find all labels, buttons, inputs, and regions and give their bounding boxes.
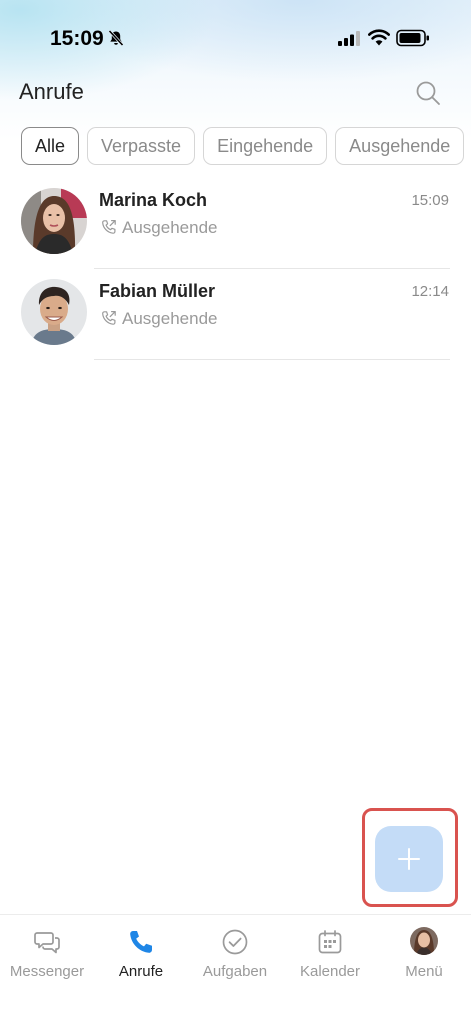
tab-label: Messenger xyxy=(9,963,85,980)
call-type: Ausgehende xyxy=(101,309,217,329)
call-time: 12:14 xyxy=(411,283,449,300)
tab-label: Anrufe xyxy=(118,963,164,980)
tab-messenger[interactable]: Messenger xyxy=(0,915,94,995)
filter-chip-missed[interactable]: Verpasste xyxy=(87,127,196,165)
divider xyxy=(94,359,450,360)
avatar xyxy=(21,279,87,345)
call-time: 15:09 xyxy=(411,192,449,209)
avatar xyxy=(21,188,87,254)
status-bar: 15:09 xyxy=(0,0,471,76)
contact-name: Fabian Müller xyxy=(99,281,216,301)
search-icon[interactable] xyxy=(415,80,441,106)
check-circle-icon xyxy=(222,929,248,955)
cellular-signal-icon xyxy=(338,31,360,46)
tab-calls[interactable]: Anrufe xyxy=(94,915,188,995)
new-call-button[interactable] xyxy=(375,826,443,892)
phone-icon xyxy=(130,931,152,953)
wifi-icon xyxy=(368,29,390,46)
outgoing-call-icon xyxy=(102,220,116,234)
call-type: Ausgehende xyxy=(101,218,217,238)
chat-bubbles-icon xyxy=(34,932,60,954)
battery-icon xyxy=(396,29,429,47)
contact-name: Marina Koch xyxy=(99,190,208,210)
bell-muted-icon xyxy=(108,29,124,47)
header: Anrufe xyxy=(0,76,471,116)
filter-chip-all[interactable]: Alle xyxy=(21,127,80,165)
outgoing-call-icon xyxy=(102,311,116,325)
tab-menu[interactable]: Menü xyxy=(377,915,471,995)
filter-chip-incoming[interactable]: Eingehende xyxy=(203,127,328,165)
tab-tasks[interactable]: Aufgaben xyxy=(188,915,282,995)
tab-label: Menü xyxy=(405,963,443,980)
calendar-icon xyxy=(318,930,342,954)
call-type-label: Ausgehende xyxy=(122,218,218,237)
tab-calendar[interactable]: Kalender xyxy=(283,915,377,995)
status-time: 15:09 xyxy=(50,27,104,50)
filter-chips: Alle Verpasste Eingehende Ausgehende xyxy=(21,127,471,167)
call-list-item[interactable]: Marina Koch 15:09 Ausgehende xyxy=(0,178,471,269)
tab-bar: Messenger Anrufe Aufgaben Kalender Menü xyxy=(0,914,471,1025)
call-type-label: Ausgehende xyxy=(122,309,218,328)
tab-label: Kalender xyxy=(299,963,361,980)
page-title: Anrufe xyxy=(19,79,84,104)
call-list: Marina Koch 15:09 Ausgehende Fabian Müll… xyxy=(0,178,471,360)
tab-label: Aufgaben xyxy=(202,963,268,980)
avatar xyxy=(410,927,438,955)
call-list-item[interactable]: Fabian Müller 12:14 Ausgehende xyxy=(0,269,471,360)
filter-chip-outgoing[interactable]: Ausgehende xyxy=(335,127,465,165)
plus-icon xyxy=(398,848,420,870)
